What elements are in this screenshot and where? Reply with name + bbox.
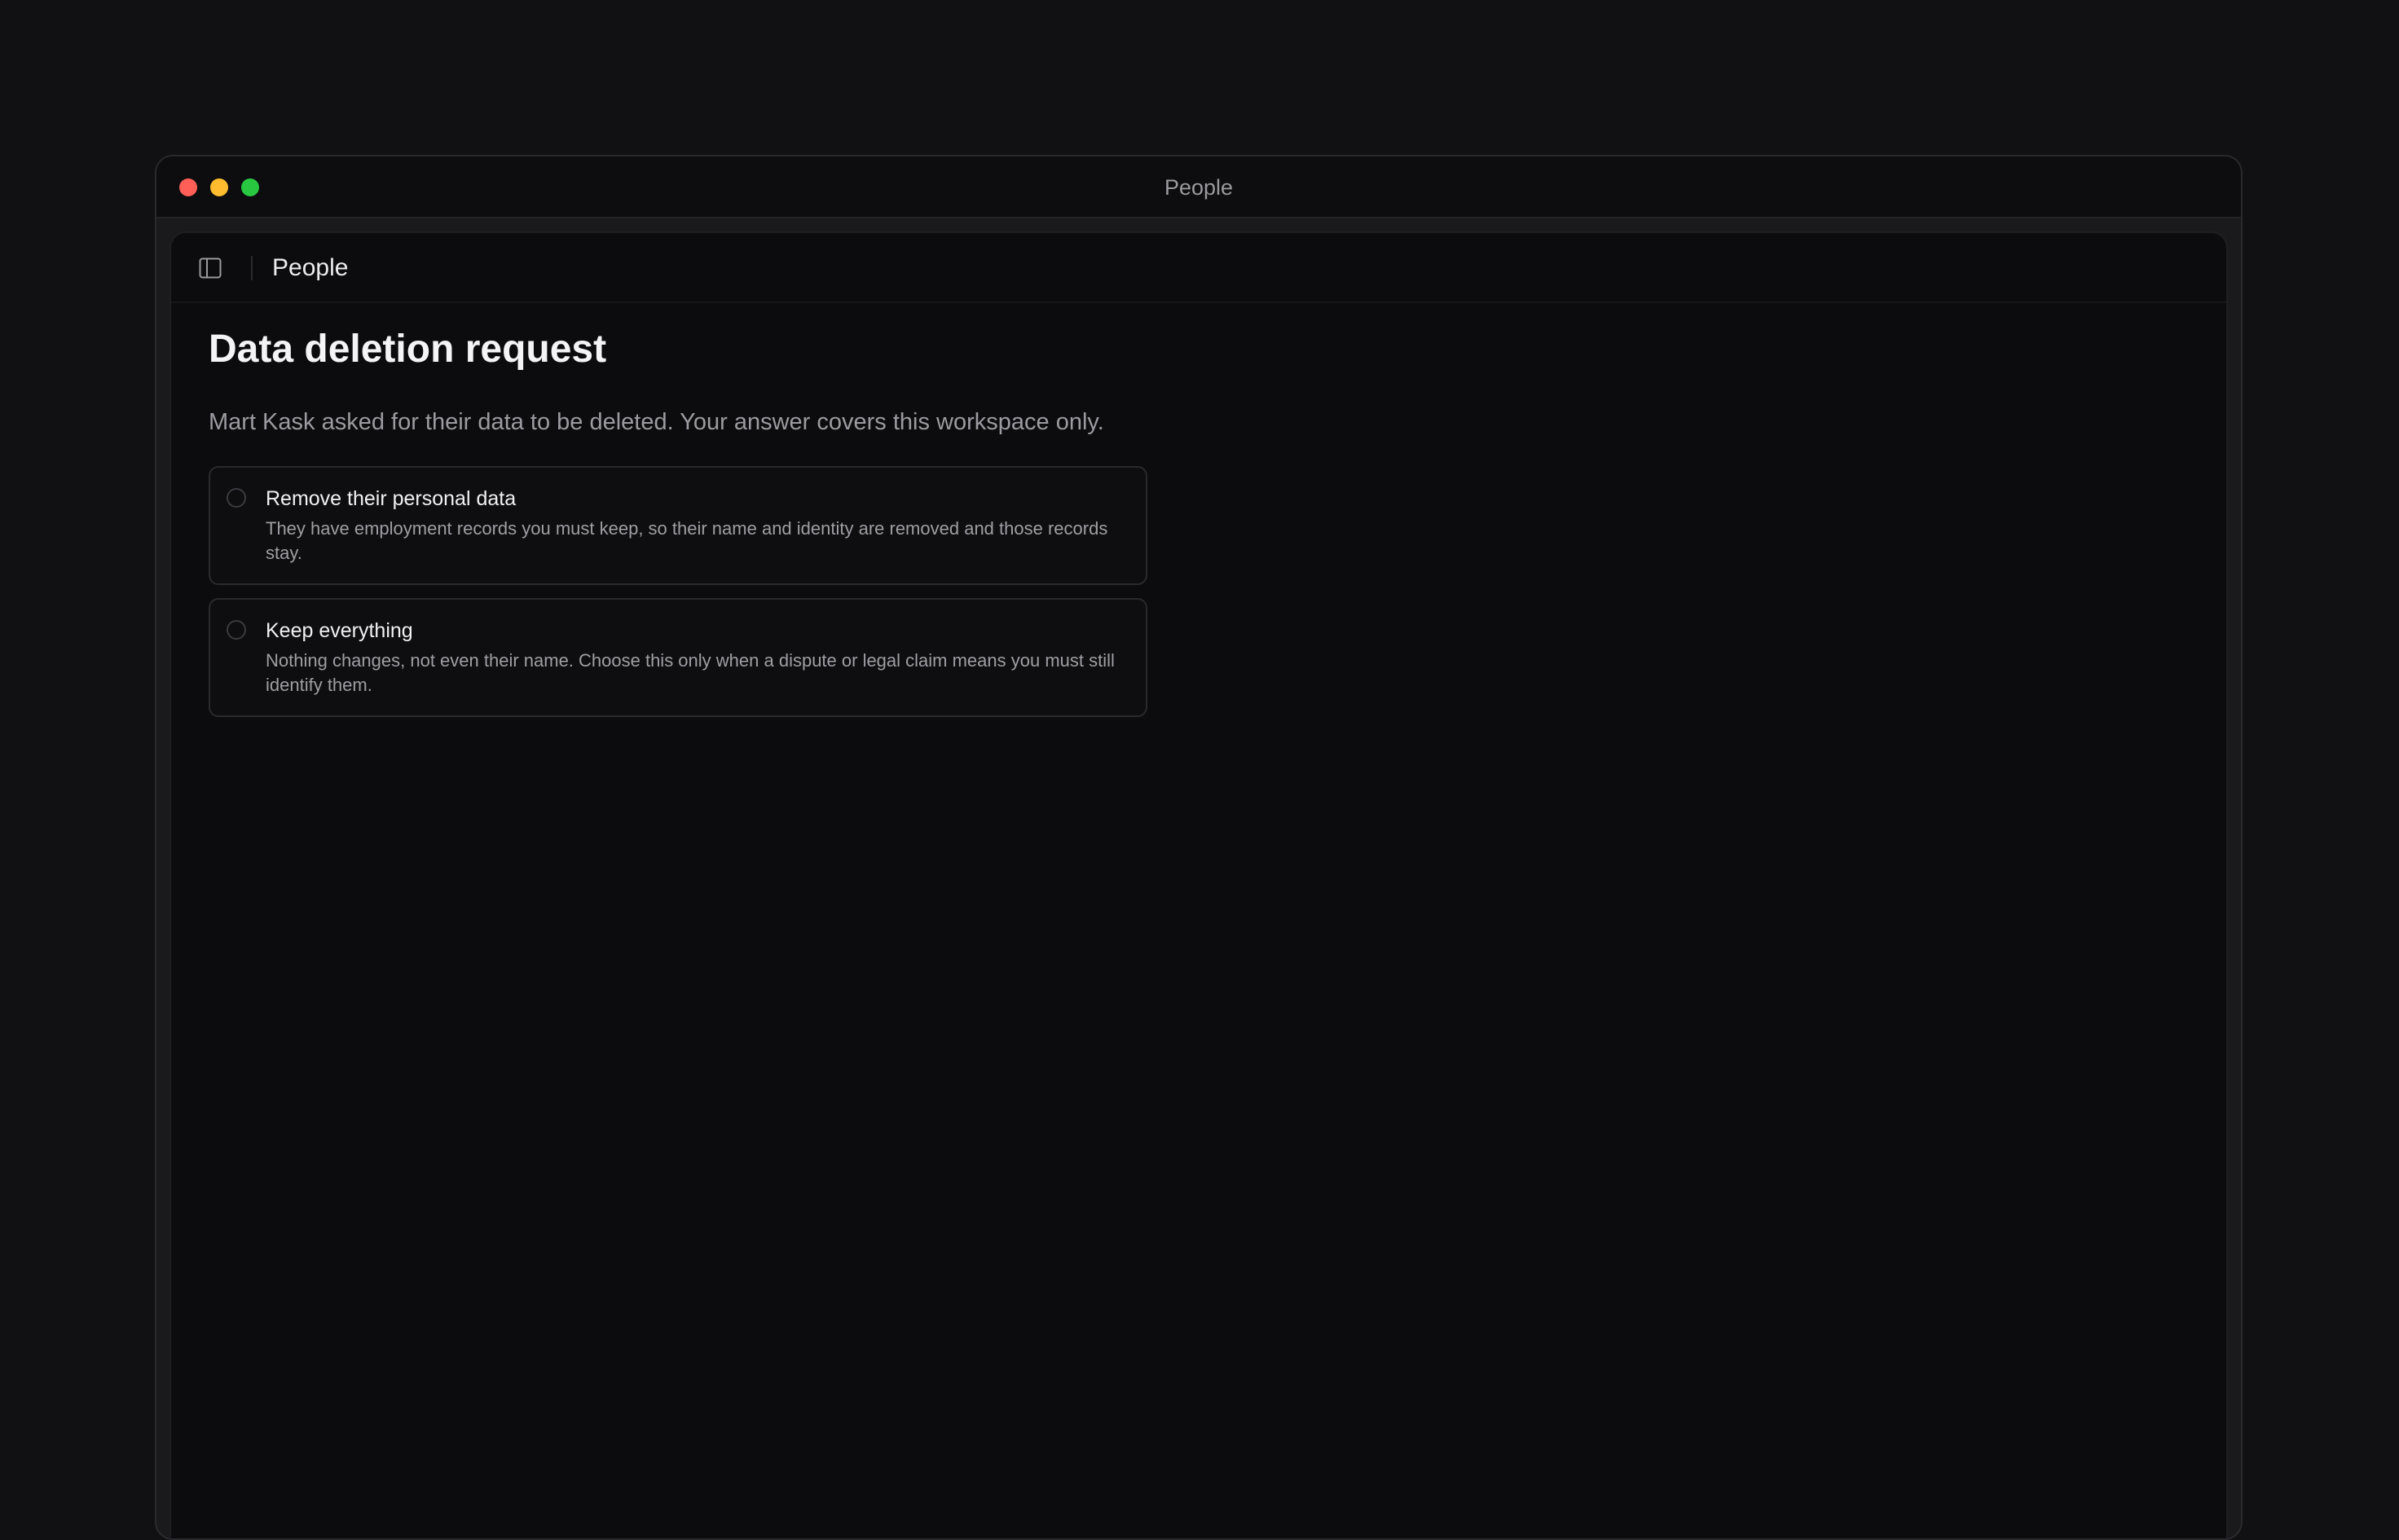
option-description: Nothing changes, not even their name. Ch… [266,650,1115,695]
topbar-divider [251,256,253,280]
option-keep-everything[interactable]: Keep everything Nothing changes, not eve… [209,598,1147,717]
title-bar: People [156,156,2241,218]
option-description: They have employment records you must ke… [266,518,1108,563]
window-title: People [1164,175,1234,200]
app-content: People Data deletion request Mart Kask a… [169,231,2228,1538]
deletion-options: Remove their personal data They have emp… [209,466,1154,717]
option-label: Remove their personal data [266,487,517,510]
radio-button[interactable] [227,620,246,640]
option-remove-personal-data[interactable]: Remove their personal data They have emp… [209,466,1147,585]
sidebar-icon[interactable] [199,257,222,279]
radio-button[interactable] [227,488,246,508]
app-window: People People Data deletion request Mart… [155,155,2243,1540]
page-subtitle: Mart Kask asked for their data to be del… [209,409,1104,435]
page-title: Data deletion request [209,328,607,371]
section-title: People [272,254,349,281]
top-bar: People [171,233,2226,303]
main-content: Data deletion request Mart Kask asked fo… [209,324,1154,730]
option-label: Keep everything [266,619,413,642]
